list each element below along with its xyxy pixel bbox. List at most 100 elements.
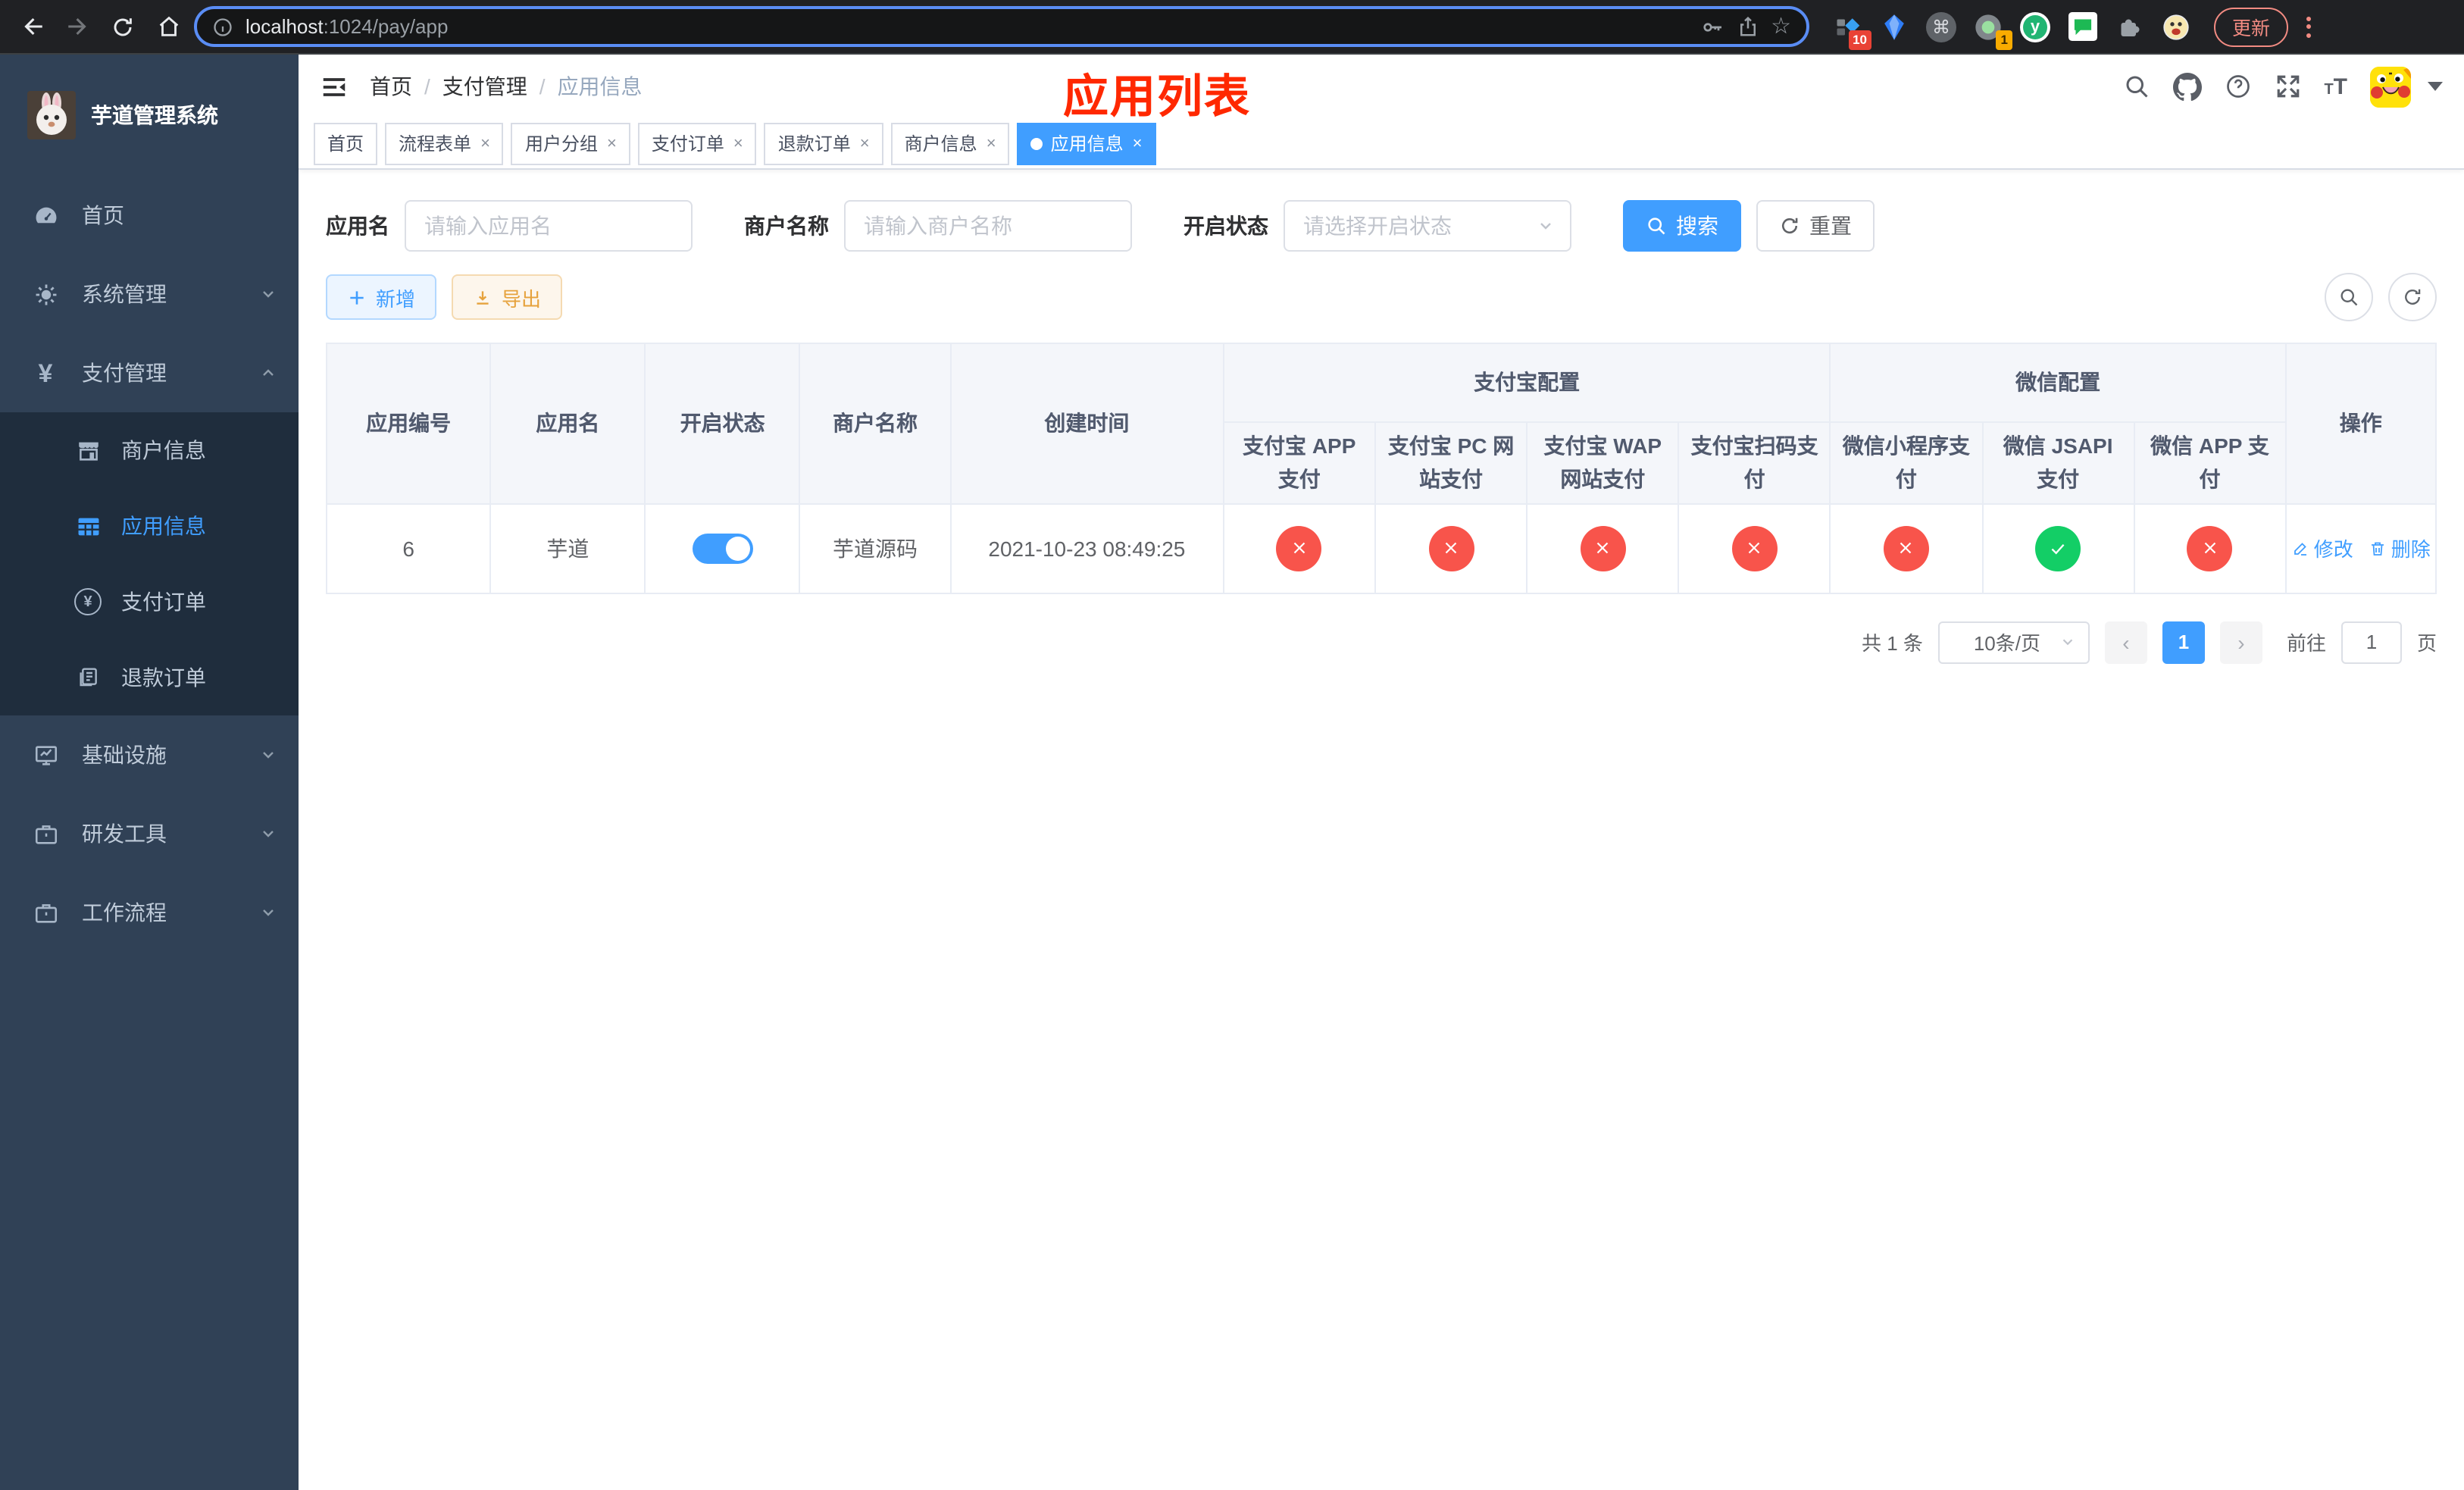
app-logo-row[interactable]: 芋道管理系统 (0, 55, 299, 176)
app-name-label: 应用名 (326, 214, 389, 238)
share-icon[interactable] (1736, 15, 1759, 38)
search-icon (1648, 218, 1665, 235)
tab-merchant-info[interactable]: 商户信息 × (890, 122, 1010, 164)
delete-label: 删除 (2391, 538, 2431, 562)
edit-link[interactable]: 修改 (2291, 534, 2353, 563)
delete-link[interactable]: 删除 (2369, 534, 2431, 563)
tab-pay-order[interactable]: 支付订单 × (637, 122, 757, 164)
add-button[interactable]: 新增 (326, 274, 437, 320)
reset-button[interactable]: 重置 (1756, 200, 1875, 252)
reset-button-label: 重置 (1809, 214, 1852, 238)
enabled-toggle[interactable] (692, 533, 753, 564)
cell-app-name: 芋道 (489, 502, 646, 594)
search-icon[interactable] (2122, 73, 2150, 100)
font-size-icon[interactable]: TT (2324, 75, 2347, 98)
avatar-caret-icon[interactable] (2428, 82, 2443, 91)
tab-home[interactable]: 首页 (314, 122, 378, 164)
cell-alipay-qr (1678, 502, 1831, 594)
tab-label: 流程表单 (399, 133, 472, 155)
col-alipay-wap: 支付宝 WAP 网站支付 (1526, 421, 1680, 505)
tab-app-info[interactable]: 应用信息 × (1017, 122, 1156, 164)
extensions-area: 10 ⌘ 1 y (1831, 10, 2193, 49)
sidebar-item-infra[interactable]: 基础设施 (0, 715, 299, 794)
add-button-label: 新增 (376, 287, 416, 310)
sidebar-item-label: 基础设施 (82, 743, 167, 767)
tab-label: 退款订单 (777, 133, 851, 155)
reload-icon[interactable] (103, 7, 142, 46)
sidebar-item-pay-order[interactable]: ¥ 支付订单 (0, 564, 299, 640)
home-icon[interactable] (149, 7, 188, 46)
cell-created: 2021-10-23 08:49:25 (949, 502, 1224, 594)
fullscreen-icon[interactable] (2274, 73, 2301, 100)
export-button[interactable]: 导出 (452, 274, 563, 320)
browser-menu-icon[interactable] (2297, 10, 2319, 43)
content-area: 应用名 商户名称 开启状态 请选择开启状态 搜索 (299, 170, 2464, 1490)
sidebar-item-merchant-info[interactable]: 商户信息 (0, 412, 299, 488)
breadcrumb-home[interactable]: 首页 (370, 71, 412, 102)
show-search-toggle-button[interactable] (2325, 273, 2373, 321)
sidebar-item-label: 商户信息 (121, 438, 206, 462)
table-row: 6 芋道 芋道源码 2021-10-23 08:49:25 修改 删除 (325, 502, 2437, 594)
sidebar-collapse-icon[interactable] (320, 72, 349, 101)
sidebar-item-workflow[interactable]: 工作流程 (0, 873, 299, 952)
back-icon[interactable] (12, 7, 52, 46)
browser-update-button[interactable]: 更新 (2214, 7, 2289, 46)
tab-close-icon[interactable]: × (733, 134, 743, 152)
password-key-icon[interactable] (1699, 14, 1724, 39)
sidebar-item-refund-order[interactable]: 退款订单 (0, 640, 299, 715)
page-number-1[interactable]: 1 (2162, 621, 2205, 664)
browser-profile-avatar[interactable] (2159, 10, 2193, 43)
cell-alipay-pc (1374, 502, 1528, 594)
tab-close-icon[interactable]: × (860, 134, 870, 152)
url-host: localhost (245, 15, 324, 38)
merchant-name-input[interactable] (844, 200, 1132, 252)
breadcrumb-separator: / (424, 74, 430, 99)
extension-pinned-icon[interactable]: 10 (1831, 10, 1871, 49)
col-alipay-app: 支付宝 APP 支付 (1222, 421, 1376, 505)
sidebar-item-pay[interactable]: ¥ 支付管理 (0, 333, 299, 412)
goto-label: 前往 (2286, 632, 2326, 656)
chevron-down-icon (259, 903, 277, 922)
refresh-table-button[interactable] (2388, 273, 2437, 321)
extension-command-icon[interactable]: ⌘ (1925, 10, 1958, 43)
search-button[interactable]: 搜索 (1623, 200, 1741, 252)
extension-gem-icon[interactable] (1878, 10, 1911, 43)
status-select[interactable]: 请选择开启状态 (1284, 200, 1571, 252)
site-info-icon[interactable] (212, 16, 233, 37)
tab-refund-order[interactable]: 退款订单 × (764, 122, 883, 164)
breadcrumb-pay[interactable]: 支付管理 (442, 71, 527, 102)
bookmark-star-icon[interactable]: ☆ (1771, 15, 1791, 38)
filter-form: 应用名 商户名称 开启状态 请选择开启状态 搜索 (326, 200, 2437, 252)
tab-user-group[interactable]: 用户分组 × (511, 122, 630, 164)
extension-chat-icon[interactable] (2065, 10, 2099, 43)
tab-process-form[interactable]: 流程表单 × (385, 122, 504, 164)
extension-recorder-icon[interactable]: 1 (1972, 10, 2012, 49)
tab-close-icon[interactable]: × (987, 134, 996, 152)
page-number-label: 1 (2178, 631, 2190, 654)
prev-page-button[interactable]: ‹ (2104, 621, 2147, 664)
goto-page-input[interactable] (2340, 621, 2402, 664)
gear-icon (30, 281, 61, 307)
forward-icon[interactable] (58, 7, 97, 46)
help-icon[interactable] (2224, 73, 2251, 100)
user-avatar[interactable] (2370, 66, 2411, 107)
chevron-down-icon (2062, 640, 2073, 646)
tab-close-icon[interactable]: × (607, 134, 617, 152)
tab-close-icon[interactable]: × (480, 134, 490, 152)
github-icon[interactable] (2172, 72, 2202, 101)
sidebar-item-system[interactable]: 系统管理 (0, 255, 299, 333)
yen-icon: ¥ (38, 358, 53, 387)
sidebar-item-home[interactable]: 首页 (0, 176, 299, 255)
sidebar-item-label: 首页 (82, 203, 124, 227)
page-size-select[interactable]: 10条/页 (1937, 621, 2090, 664)
extension-badge: 10 (1848, 30, 1871, 49)
search-icon (2340, 289, 2358, 306)
tab-close-icon[interactable]: × (1133, 134, 1143, 152)
sidebar-item-app-info[interactable]: 应用信息 (0, 488, 299, 564)
address-bar[interactable]: localhost:1024/pay/app ☆ (194, 6, 1809, 47)
sidebar-item-devtool[interactable]: 研发工具 (0, 794, 299, 873)
extension-y-icon[interactable]: y (2018, 10, 2052, 43)
app-name-input[interactable] (405, 200, 693, 252)
extensions-puzzle-icon[interactable] (2112, 10, 2146, 43)
next-page-button[interactable]: › (2219, 621, 2262, 664)
